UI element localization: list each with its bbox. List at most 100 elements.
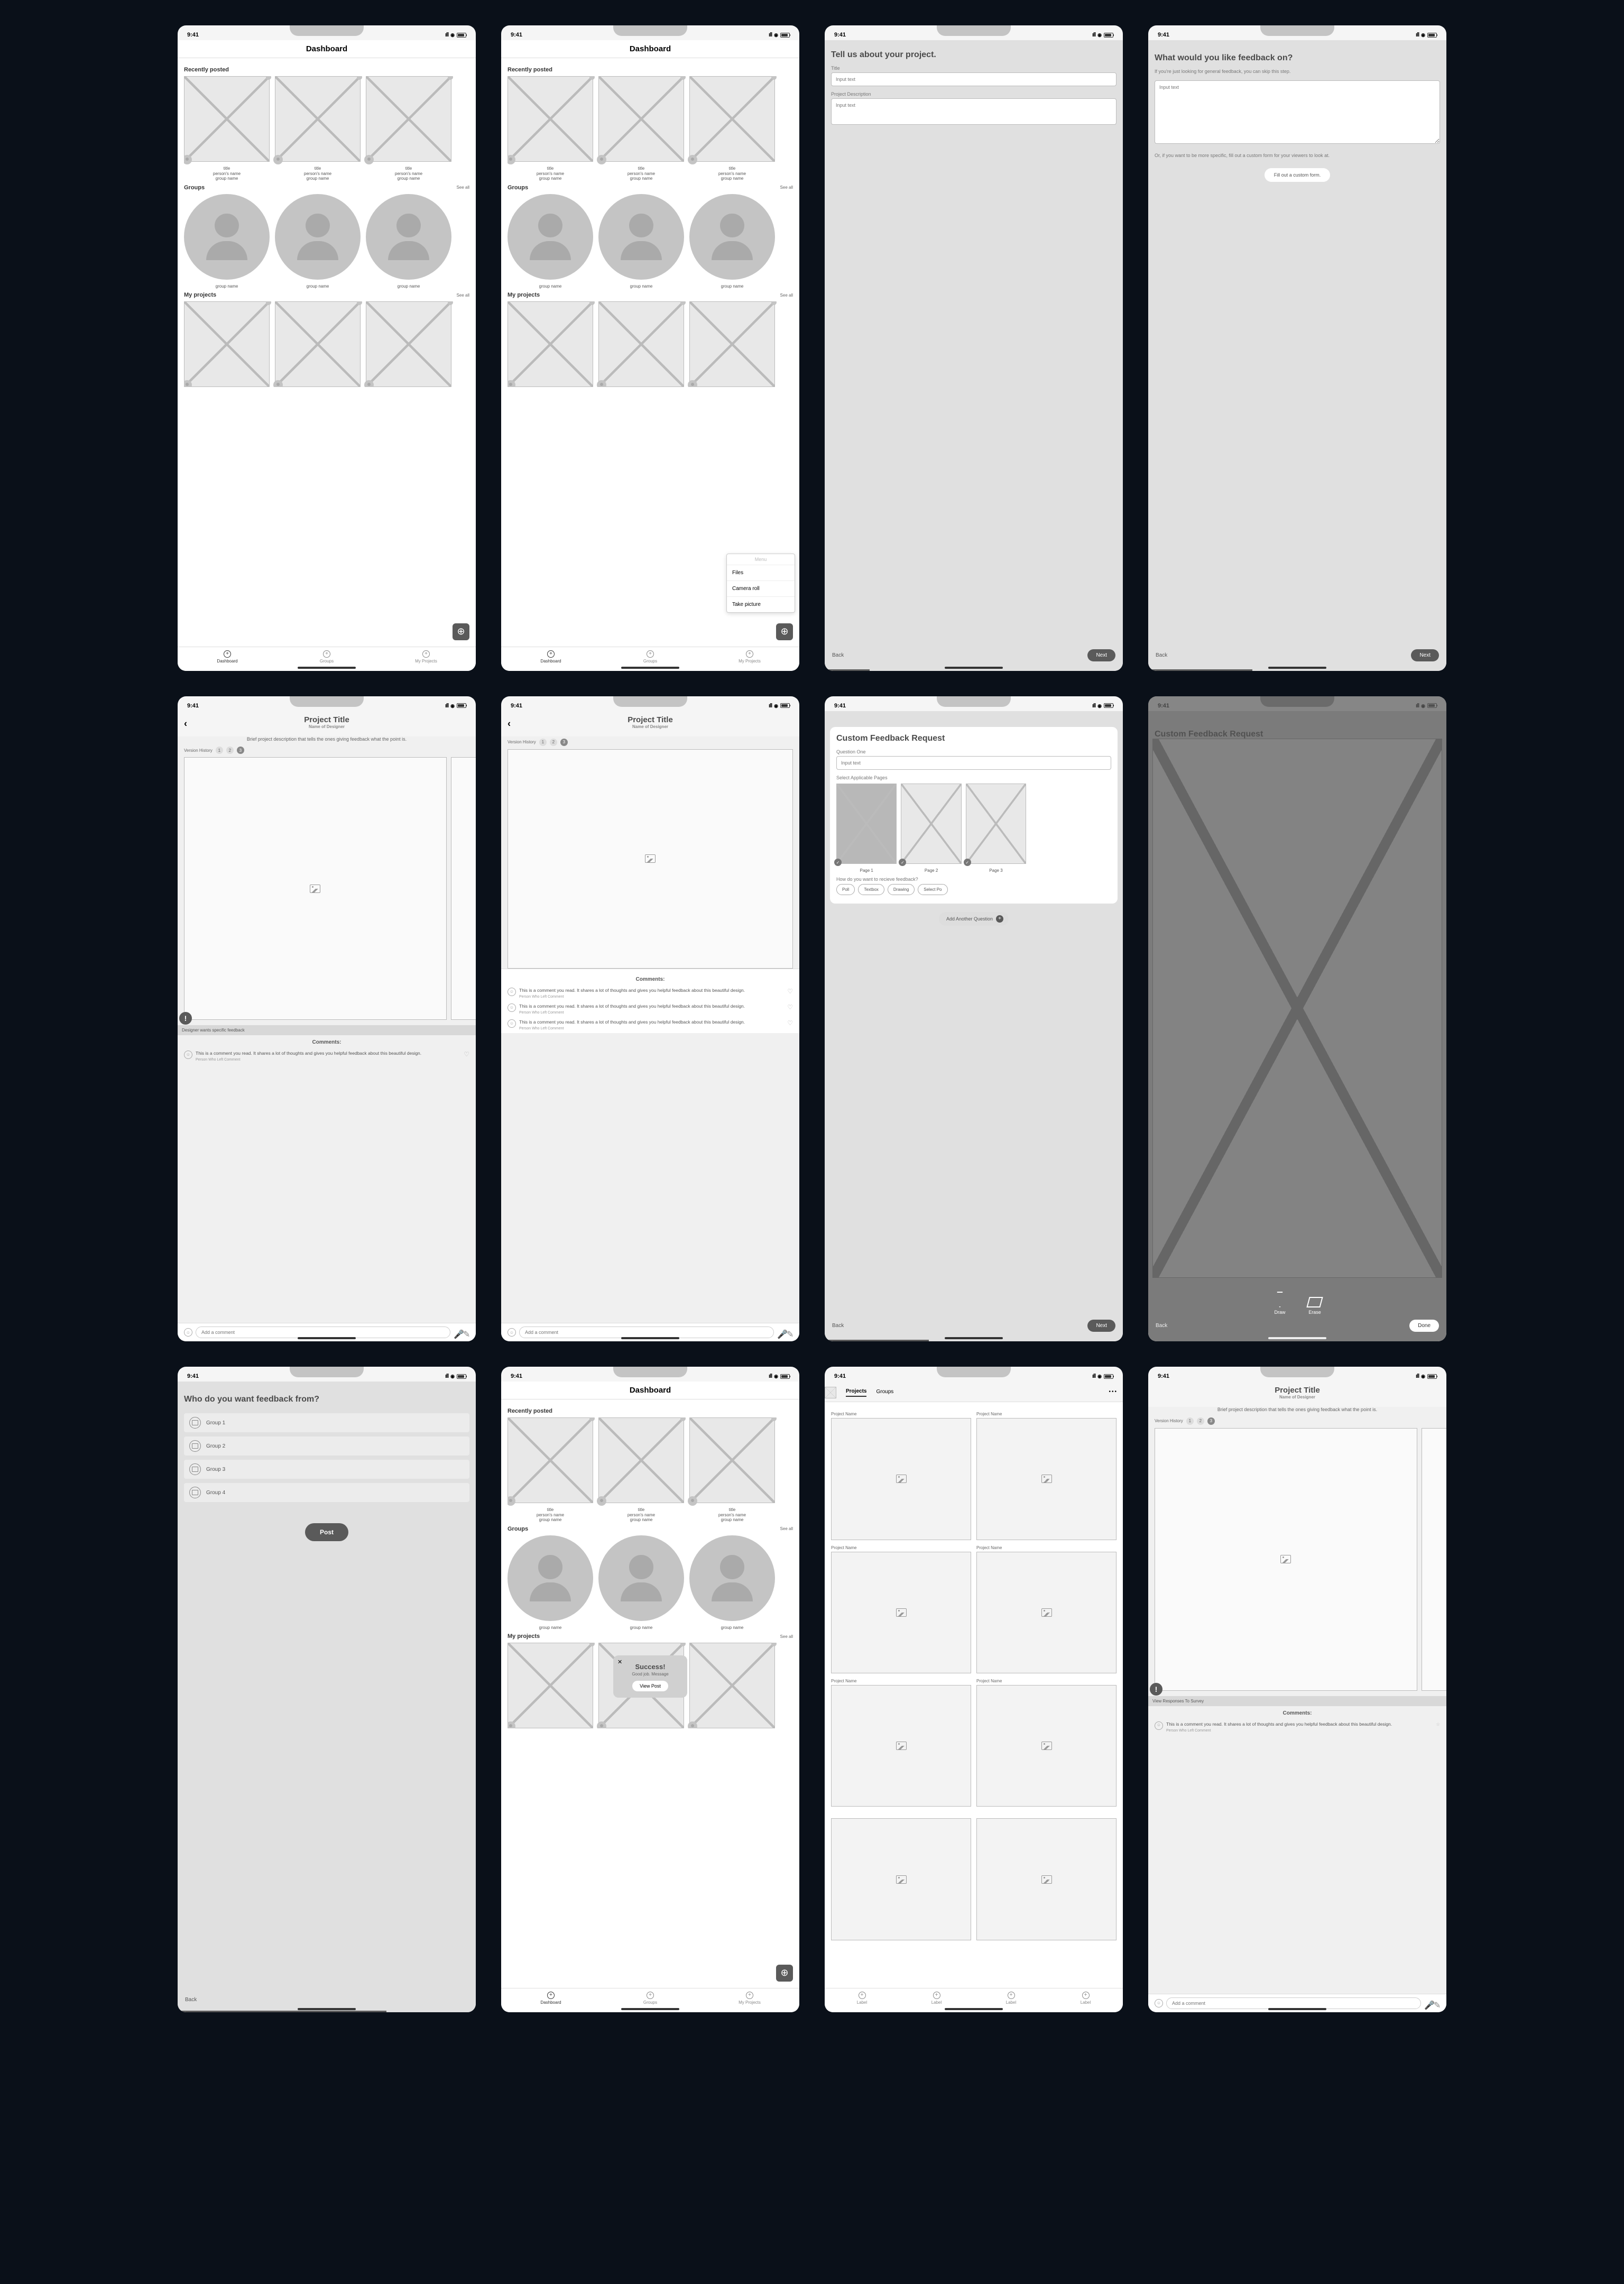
- title-input[interactable]: [831, 72, 1116, 86]
- draw-icon[interactable]: ✎: [463, 1329, 469, 1336]
- seg-groups[interactable]: Groups: [876, 1389, 893, 1396]
- more-icon[interactable]: •••: [1109, 1389, 1118, 1396]
- upload-take-picture-option[interactable]: Take picture: [727, 597, 795, 612]
- project-cell[interactable]: Project Name: [831, 1679, 971, 1807]
- version-2-button[interactable]: 2: [226, 747, 234, 754]
- like-icon[interactable]: ♡: [787, 1019, 793, 1031]
- tab-groups[interactable]: Groups: [601, 650, 700, 664]
- page-2-thumb[interactable]: ✓Page 2: [901, 784, 961, 873]
- project-cell[interactable]: Project Name: [976, 1812, 1116, 1940]
- add-fab-button[interactable]: ⊕: [776, 623, 793, 640]
- back-button[interactable]: Back: [832, 652, 844, 658]
- done-button[interactable]: Done: [1409, 1320, 1439, 1332]
- project-image[interactable]: [508, 749, 793, 969]
- back-button[interactable]: Back: [185, 1997, 197, 2003]
- post-card[interactable]: titleperson's namegroup name: [508, 76, 593, 181]
- project-cell[interactable]: Project Name: [831, 1412, 971, 1540]
- project-cell[interactable]: Project Name: [976, 1545, 1116, 1673]
- add-fab-button[interactable]: ⊕: [776, 1965, 793, 1982]
- tab-label[interactable]: Label: [825, 1992, 899, 2005]
- back-button[interactable]: Back: [1156, 652, 1167, 658]
- star-icon[interactable]: ☆: [1436, 1721, 1440, 1733]
- upload-files-option[interactable]: Files: [727, 565, 795, 581]
- comment-input[interactable]: [519, 1327, 774, 1338]
- description-input[interactable]: [831, 98, 1116, 125]
- chip-textbox[interactable]: Textbox: [858, 884, 884, 895]
- mic-icon[interactable]: 🎤: [1424, 2000, 1431, 2006]
- page-1-thumb[interactable]: ✓Page 1: [836, 784, 897, 873]
- post-card[interactable]: titleperson's namegroup name: [689, 76, 775, 181]
- mic-icon[interactable]: 🎤: [454, 1329, 460, 1336]
- erase-tool-button[interactable]: Erase: [1308, 1292, 1322, 1315]
- draw-icon[interactable]: ✎: [787, 1329, 793, 1336]
- project-cell[interactable]: Project Name: [976, 1679, 1116, 1807]
- seg-projects[interactable]: Projects: [846, 1388, 866, 1397]
- tab-groups[interactable]: Groups: [277, 650, 376, 664]
- draw-icon[interactable]: ✎: [1434, 2000, 1440, 2006]
- custom-form-button[interactable]: Fill out a custom form.: [1265, 168, 1331, 182]
- group-3-option[interactable]: Group 3: [184, 1460, 469, 1479]
- upload-camera-roll-option[interactable]: Camera roll: [727, 581, 795, 597]
- tab-label[interactable]: Label: [899, 1992, 974, 2005]
- chip-poll[interactable]: Poll: [836, 884, 855, 895]
- question-input[interactable]: [836, 756, 1111, 770]
- next-button[interactable]: Next: [1087, 1320, 1115, 1332]
- back-chevron-icon[interactable]: ‹: [508, 718, 511, 729]
- post-card[interactable]: titleperson's namegroup name: [598, 76, 684, 181]
- back-button[interactable]: Back: [1156, 1323, 1167, 1329]
- group-2-option[interactable]: Group 2: [184, 1436, 469, 1456]
- chip-select[interactable]: Select Po: [918, 884, 947, 895]
- profile-thumb-icon[interactable]: [825, 1387, 836, 1398]
- back-chevron-icon[interactable]: ‹: [184, 718, 187, 729]
- draw-tool-button[interactable]: Draw: [1273, 1292, 1287, 1315]
- see-all-link[interactable]: See all: [457, 185, 469, 190]
- chip-drawing[interactable]: Drawing: [888, 884, 915, 895]
- group-card[interactable]: group name: [275, 194, 361, 289]
- project-image[interactable]: !: [1155, 1428, 1417, 1691]
- project-cell[interactable]: Project Name: [976, 1412, 1116, 1540]
- post-card[interactable]: titleperson's namegroup name: [366, 76, 451, 181]
- post-card[interactable]: titleperson's namegroup name: [184, 76, 270, 181]
- group-card[interactable]: group name: [184, 194, 270, 289]
- page-3-thumb[interactable]: ✓Page 3: [966, 784, 1026, 873]
- project-card[interactable]: [366, 301, 451, 387]
- survey-banner[interactable]: View Responses To Survey: [1148, 1696, 1446, 1706]
- close-icon[interactable]: ✕: [617, 1659, 622, 1665]
- next-button[interactable]: Next: [1411, 649, 1439, 661]
- tab-myprojects[interactable]: My Projects: [700, 650, 799, 664]
- version-1-button[interactable]: 1: [216, 747, 223, 754]
- feedback-banner[interactable]: Designer wants specific feedback: [178, 1025, 476, 1035]
- project-cell[interactable]: Project Name: [831, 1545, 971, 1673]
- version-3-button[interactable]: 3: [237, 747, 244, 754]
- group-1-option[interactable]: Group 1: [184, 1413, 469, 1432]
- post-card[interactable]: titleperson's namegroup name: [275, 76, 361, 181]
- see-all-link[interactable]: See all: [457, 293, 469, 298]
- tab-dashboard[interactable]: Dashboard: [178, 650, 277, 664]
- alert-icon[interactable]: !: [179, 1012, 192, 1025]
- mic-icon[interactable]: 🎤: [777, 1329, 783, 1336]
- group-card[interactable]: group name: [366, 194, 451, 289]
- add-fab-button[interactable]: ⊕: [453, 623, 469, 640]
- tab-dashboard[interactable]: Dashboard: [501, 650, 601, 664]
- comment-input[interactable]: [196, 1327, 450, 1338]
- project-image[interactable]: !: [184, 757, 447, 1020]
- alert-icon[interactable]: !: [1150, 1683, 1162, 1696]
- add-question-button[interactable]: Add Another Question+: [939, 912, 1009, 926]
- project-card[interactable]: [275, 301, 361, 387]
- tab-label[interactable]: Label: [974, 1992, 1048, 2005]
- tab-label[interactable]: Label: [1048, 1992, 1123, 2005]
- feedback-input[interactable]: [1155, 80, 1440, 144]
- like-icon[interactable]: ♡: [787, 988, 793, 999]
- project-cell[interactable]: Project Name: [831, 1812, 971, 1940]
- view-post-button[interactable]: View Post: [632, 1681, 668, 1691]
- group-4-option[interactable]: Group 4: [184, 1483, 469, 1502]
- comment-input[interactable]: [1166, 1997, 1421, 2009]
- like-icon[interactable]: ♡: [787, 1003, 793, 1015]
- back-button[interactable]: Back: [832, 1323, 844, 1329]
- tab-myprojects[interactable]: My Projects: [376, 650, 476, 664]
- project-card[interactable]: [184, 301, 270, 387]
- post-button[interactable]: Post: [305, 1523, 348, 1541]
- modal-overlay[interactable]: [1148, 696, 1446, 1342]
- next-button[interactable]: Next: [1087, 649, 1115, 661]
- like-icon[interactable]: ♡: [464, 1051, 469, 1062]
